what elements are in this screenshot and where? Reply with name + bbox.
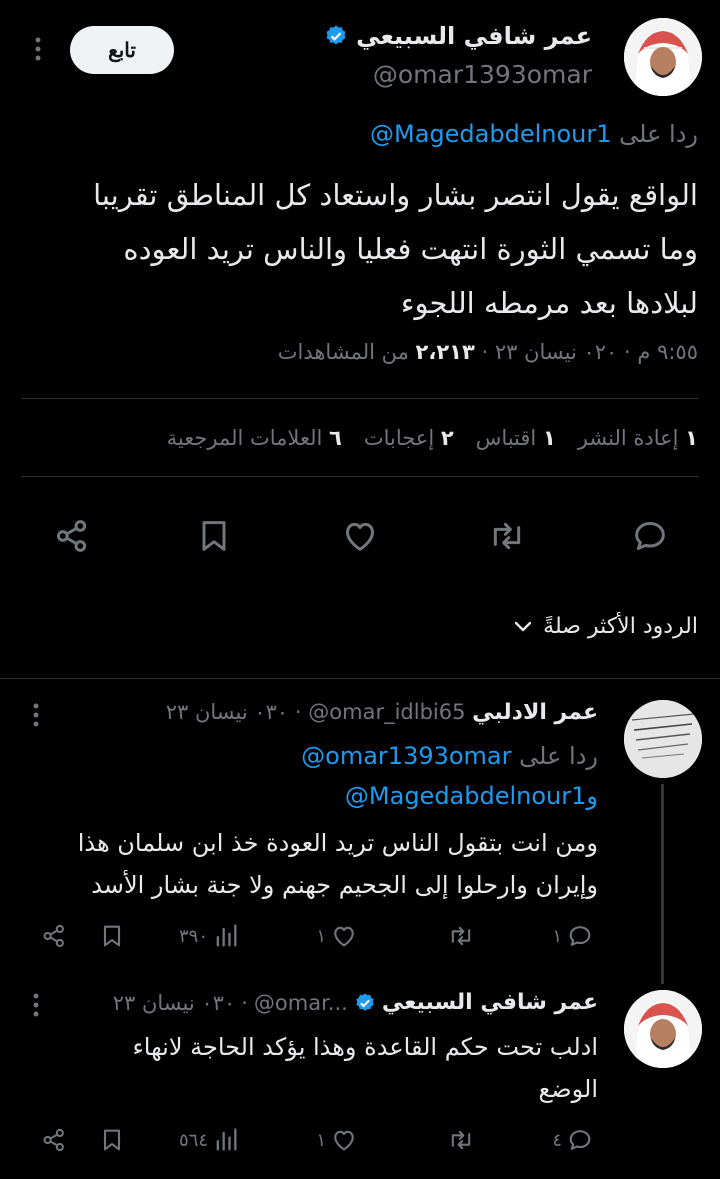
share-icon[interactable]: [52, 516, 92, 556]
reply-avatar[interactable]: [624, 700, 702, 778]
views-icon: [216, 1128, 237, 1151]
reply-replying-to: ردا على @omar1393omar: [301, 742, 598, 770]
replying-prefix: ردا على: [519, 742, 598, 770]
verified-badge-icon: [354, 992, 376, 1014]
reply-text: ادلب تحت حكم القاعدة وهذا يؤكد الحاجة لا…: [18, 1026, 599, 1110]
bookmarks-stat[interactable]: ٦ العلامات المرجعية: [167, 426, 342, 450]
tweet-time[interactable]: ٩:٥٥ م: [637, 340, 698, 364]
like-icon[interactable]: [340, 516, 380, 556]
bookmarks-count: ٦: [329, 426, 342, 450]
reply-line: ادلب تحت حكم القاعدة وهذا يؤكد الحاجة لا…: [132, 1033, 599, 1061]
tweet-stats: ١ إعادة النشر ١ اقتباس ٢ إعجابات ٦ العلا…: [167, 426, 698, 450]
avatar-image: [624, 18, 702, 96]
reply-line: الوضع: [538, 1075, 598, 1103]
author-name-row[interactable]: عمر شافي السبيعي: [324, 22, 592, 50]
follow-button[interactable]: تابع: [70, 26, 174, 74]
divider: [22, 476, 698, 477]
likes-label: إعجابات: [363, 426, 435, 450]
quotes-count: ١: [542, 426, 556, 450]
reply-line: وإيران وارحلوا إلى الجحيم جهنم ولا جنة ب…: [91, 871, 598, 899]
bookmark-icon[interactable]: [98, 922, 126, 950]
reply-handle[interactable]: @omar_idlbi65: [308, 700, 465, 724]
likes-stat[interactable]: ٢ إعجابات: [364, 426, 454, 450]
chevron-down-icon: [513, 620, 533, 634]
like-icon: [334, 926, 354, 947]
reply-author-name[interactable]: عمر شافي السبيعي: [382, 990, 598, 1015]
like-count: ١: [316, 925, 326, 947]
replying-to: ردا على @Magedabdelnour1: [370, 120, 698, 148]
replying-and: و: [586, 782, 598, 810]
share-icon[interactable]: [40, 1126, 68, 1154]
reply-header: عمر الادلبي @omar_idlbi65 · ٠٣٠ نيسان ٢٣: [165, 700, 598, 725]
tweet-meta: ٩:٥٥ م · ٠٢٠ نيسان ٢٣ · ٢،٢١٣ من المشاهد…: [277, 340, 698, 364]
divider: [22, 398, 698, 399]
author-handle[interactable]: @omar1393omar: [373, 60, 592, 89]
tweet-line: لبلادها بعد مرمطه اللجوء: [400, 286, 698, 320]
reply-count: ٤: [552, 1129, 562, 1151]
avatar-image: [624, 700, 702, 778]
author-avatar[interactable]: [624, 18, 702, 96]
reply-icon: [569, 1130, 591, 1150]
retweet-icon: [451, 926, 471, 946]
verified-badge-icon: [324, 24, 348, 48]
views-count: ٢،٢١٣: [415, 340, 475, 364]
like-count: ١: [316, 1129, 326, 1151]
tweet-date[interactable]: ٠٢٠ نيسان ٢٣: [495, 340, 618, 364]
reply-line: ومن انت بتقول الناس تريد العودة خذ ابن س…: [77, 829, 598, 857]
views-label: من المشاهدات: [277, 340, 409, 364]
replying-to-link[interactable]: @Magedabdelnour1: [345, 782, 587, 810]
views-count: ٥٦٤: [178, 1129, 208, 1151]
likes-count: ٢: [440, 426, 454, 450]
bookmark-icon[interactable]: [98, 1126, 126, 1154]
thread-line: [661, 784, 664, 984]
sort-label: الردود الأكثر صلةً: [543, 614, 698, 639]
reply-reply-action[interactable]: ١: [552, 922, 594, 950]
replying-prefix: ردا على: [619, 120, 698, 148]
views-icon: [216, 924, 237, 947]
bookmarks-label: العلامات المرجعية: [166, 426, 323, 450]
retweet-icon[interactable]: [486, 516, 528, 556]
reply-text: ومن انت بتقول الناس تريد العودة خذ ابن س…: [18, 822, 598, 906]
avatar-image: [624, 990, 702, 1068]
quotes-stat[interactable]: ١ اقتباس: [476, 426, 556, 450]
tweet-text: الواقع يقول انتصر بشار واستعاد كل المناط…: [18, 168, 698, 330]
quotes-label: اقتباس: [475, 426, 537, 450]
reply-date[interactable]: ٠٣٠ نيسان ٢٣: [166, 700, 289, 724]
reply-retweet-action[interactable]: [442, 922, 476, 950]
reply-icon[interactable]: [630, 516, 670, 556]
retweet-icon: [451, 1130, 471, 1150]
reply-date[interactable]: ٠٣٠ نيسان ٢٣: [113, 991, 236, 1015]
share-icon[interactable]: [40, 922, 68, 950]
like-icon: [334, 1130, 354, 1151]
retweets-stat[interactable]: ١ إعادة النشر: [578, 426, 698, 450]
reply-replying-to-2: و@Magedabdelnour1: [345, 782, 598, 810]
sort-replies-button[interactable]: الردود الأكثر صلةً: [513, 614, 698, 639]
reply-like-action[interactable]: ١: [316, 922, 358, 950]
replying-to-link[interactable]: @Magedabdelnour1: [370, 120, 612, 148]
reply-like-action[interactable]: ١: [316, 1126, 358, 1154]
reply-count: ١: [552, 925, 562, 947]
reply-header: عمر شافي السبيعي @omar... · ٠٣٠ نيسان ٢٣: [112, 990, 598, 1015]
author-name[interactable]: عمر شافي السبيعي: [356, 22, 592, 50]
retweets-count: ١: [685, 426, 698, 450]
more-options-icon[interactable]: [26, 992, 46, 1018]
reply-views-action[interactable]: ٥٦٤: [179, 1126, 240, 1154]
tweet-line: الواقع يقول انتصر بشار واستعاد كل المناط…: [93, 178, 698, 212]
reply-avatar[interactable]: [624, 990, 702, 1068]
reply-views-action[interactable]: ٣٩٠: [179, 922, 240, 950]
reply-handle[interactable]: @omar...: [254, 991, 348, 1015]
reply-author-name[interactable]: عمر الادلبي: [472, 700, 598, 725]
more-options-icon[interactable]: [26, 702, 46, 728]
retweets-label: إعادة النشر: [577, 426, 679, 450]
replying-to-link[interactable]: @omar1393omar: [301, 742, 511, 770]
reply-retweet-action[interactable]: [442, 1126, 476, 1154]
more-options-icon[interactable]: [28, 36, 48, 62]
divider: [0, 678, 720, 679]
reply-icon: [569, 926, 591, 946]
views-count: ٣٩٠: [178, 925, 208, 947]
bookmark-icon[interactable]: [194, 516, 234, 556]
reply-reply-action[interactable]: ٤: [552, 1126, 594, 1154]
tweet-line: وما تسمي الثورة انتهت فعليا والناس تريد …: [123, 232, 698, 266]
